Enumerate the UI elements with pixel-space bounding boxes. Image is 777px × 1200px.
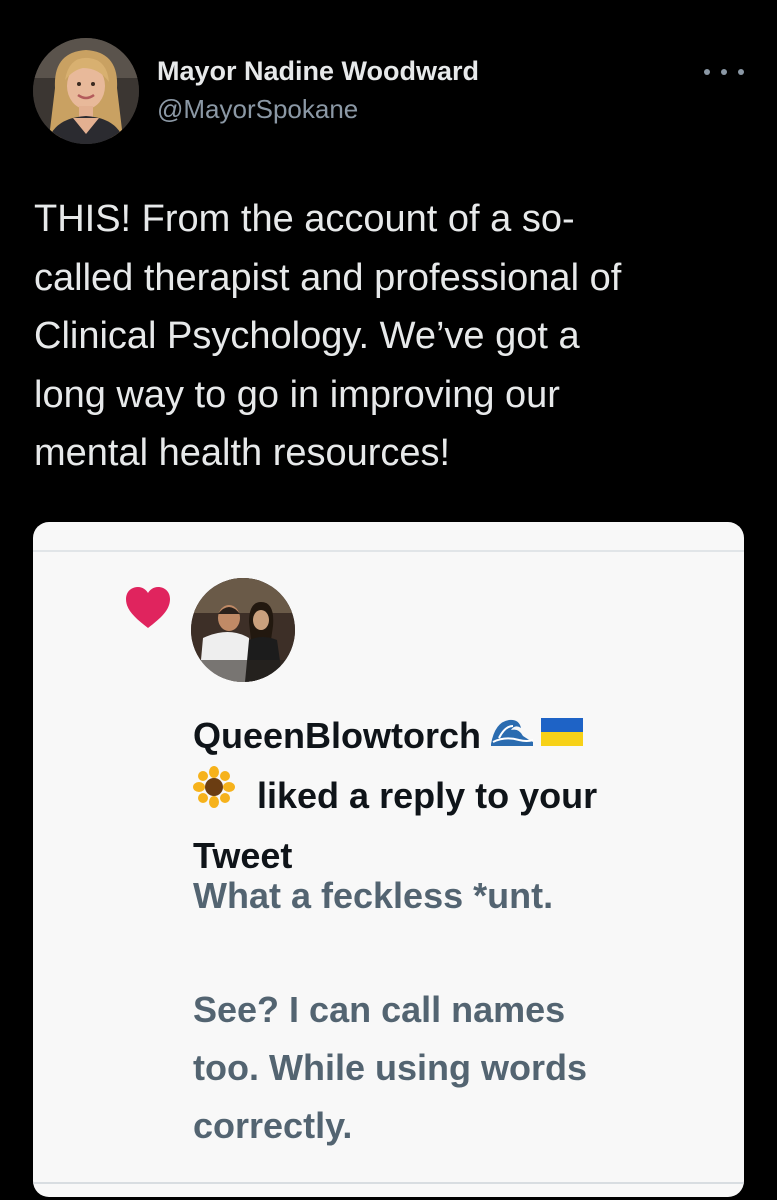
wave-emoji-icon xyxy=(489,706,536,766)
notification-row: liked a reply to your xyxy=(193,766,597,826)
heart-icon xyxy=(126,587,170,628)
embedded-screenshot-card[interactable]: QueenBlowtorch liked a reply to your Twe… xyxy=(33,522,744,1197)
tweet-text-line: THIS! From the account of a so- xyxy=(34,198,575,240)
divider xyxy=(33,550,744,552)
tweet: Mayor Nadine Woodward @MayorSpokane THIS… xyxy=(0,0,777,1200)
notification-action-text: liked a reply to your xyxy=(257,775,598,816)
author-avatar[interactable] xyxy=(33,38,139,144)
ukraine-flag-icon xyxy=(541,706,584,766)
sunflower-emoji-icon xyxy=(193,766,235,826)
tweet-text-line: Clinical Psychology. We’ve got a xyxy=(34,315,580,357)
avatar-photo-icon xyxy=(33,38,139,144)
reply-line: too. While using words xyxy=(193,1047,587,1088)
avatar-photo-icon xyxy=(191,578,295,682)
author-handle[interactable]: @MayorSpokane xyxy=(157,94,358,125)
tweet-text-line: mental health resources! xyxy=(34,432,451,474)
dot xyxy=(738,69,744,75)
reply-line: See? I can call names xyxy=(193,989,566,1030)
tweet-text-line: called therapist and professional of xyxy=(34,256,622,299)
like-notification[interactable]: QueenBlowtorch liked a reply to your Twe… xyxy=(193,706,597,886)
divider xyxy=(33,1182,744,1184)
dot xyxy=(704,69,710,75)
reply-line: What a feckless *unt. xyxy=(193,875,554,916)
tweet-text: THIS! From the account of a so- called t… xyxy=(34,190,754,483)
reply-line: correctly. xyxy=(193,1105,353,1146)
liker-avatar xyxy=(191,578,295,682)
liker-name[interactable]: QueenBlowtorch xyxy=(193,706,481,766)
tweet-text-line: long way to go in improving our xyxy=(34,373,560,416)
author-display-name[interactable]: Mayor Nadine Woodward xyxy=(157,56,479,87)
liked-reply-text: What a feckless *unt. See? I can call na… xyxy=(193,867,587,1155)
notification-row: QueenBlowtorch xyxy=(193,706,597,766)
dot xyxy=(721,69,727,75)
more-options-icon[interactable] xyxy=(704,60,744,84)
